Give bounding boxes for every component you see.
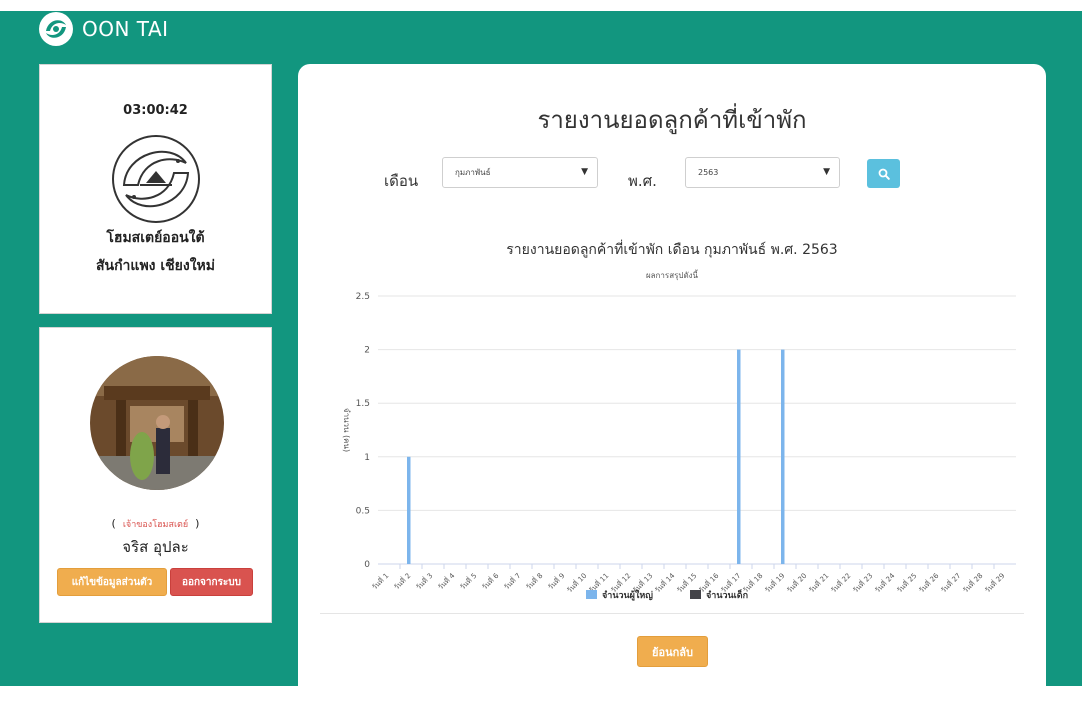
user-name: จริส อุปละ	[122, 538, 189, 556]
x-tick-label: วันที่ 6	[480, 571, 501, 592]
x-tick-label: วันที่ 25	[895, 571, 919, 595]
x-tick-label: วันที่ 4	[436, 571, 457, 592]
x-tick-label: วันที่ 20	[785, 571, 809, 595]
month-select[interactable]: กุมภาพันธ์ ▼	[442, 157, 598, 188]
x-tick-label: วันที่ 8	[524, 571, 545, 592]
x-tick-label: วันที่ 22	[829, 571, 853, 595]
homestay-card: 03:00:42 โฮมสเตย์ออนใต้ สันกำแพง เชียงให…	[39, 64, 272, 314]
edit-profile-button[interactable]: แก้ไขข้อมูลส่วนตัว	[57, 568, 167, 596]
x-tick-label: วันที่ 29	[983, 571, 1007, 595]
x-tick-label: วันที่ 3	[414, 571, 435, 592]
search-icon	[878, 168, 890, 180]
y-axis-label: จำนวน (คน)	[342, 408, 351, 452]
logout-button[interactable]: ออกจากระบบ	[170, 568, 253, 596]
x-tick-label: วันที่ 7	[502, 571, 523, 592]
x-tick-label: วันที่ 27	[939, 571, 963, 595]
homestay-fish-logo-icon	[112, 135, 200, 223]
bar	[781, 349, 785, 564]
month-select-value: กุมภาพันธ์	[455, 168, 491, 177]
avatar	[90, 356, 224, 490]
x-tick-label: วันที่ 2	[392, 571, 413, 592]
x-tick-label: วันที่ 24	[873, 571, 897, 595]
month-label: เดือน	[384, 172, 419, 190]
legend-swatch	[586, 590, 597, 599]
legend-swatch	[690, 590, 701, 599]
role-text: เจ้าของโฮมสเตย์	[122, 520, 189, 530]
search-button[interactable]	[867, 159, 900, 188]
x-tick-label: วันที่ 19	[763, 571, 787, 595]
caret-down-icon: ▼	[823, 167, 830, 177]
year-label: พ.ศ.	[628, 172, 657, 190]
clock: 03:00:42	[123, 103, 188, 118]
brand[interactable]: OON TAI	[38, 10, 169, 48]
bar	[737, 349, 741, 564]
user-role: ( เจ้าของโฮมสเตย์ )	[111, 517, 200, 530]
y-tick-label: 0.5	[356, 506, 370, 516]
legend-label: จำนวนผู้ใหญ่	[602, 589, 653, 601]
x-tick-label: วันที่ 1	[370, 571, 391, 592]
x-tick-label: วันที่ 21	[807, 571, 831, 595]
y-tick-label: 1.5	[356, 399, 370, 409]
user-card: ( เจ้าของโฮมสเตย์ ) จริส อุปละ แก้ไขข้อม…	[39, 327, 272, 623]
x-tick-label: วันที่ 23	[851, 571, 875, 595]
homestay-location: สันกำแพง เชียงใหม่	[95, 258, 216, 274]
x-tick-label: วันที่ 14	[653, 571, 677, 595]
y-tick-label: 0	[364, 560, 370, 570]
bar-chart: 00.511.522.5จำนวน (คน)วันที่ 1 วันที่ 2 วั…	[342, 292, 1016, 601]
fish-logo-icon	[39, 12, 73, 46]
homestay-name: โฮมสเตย์ออนใต้	[106, 230, 205, 246]
report-panel: รายงานยอดลูกค้าที่เข้าพัก เดือน กุมภาพัน…	[298, 64, 1046, 704]
year-select-value: 2563	[698, 168, 719, 177]
y-tick-label: 2	[364, 346, 370, 356]
chart-container: รายงานยอดลูกค้าที่เข้าพัก เดือน กุมภาพัน…	[298, 229, 1046, 609]
brand-name: OON TAI	[82, 17, 169, 41]
y-tick-label: 1	[364, 453, 370, 463]
x-tick-label: วันที่ 5	[458, 571, 479, 592]
year-select[interactable]: 2563 ▼	[685, 157, 840, 188]
x-tick-label: วันที่ 28	[961, 571, 985, 595]
back-button[interactable]: ย้อนกลับ	[637, 636, 708, 667]
x-tick-label: วันที่ 26	[917, 571, 941, 595]
x-tick-label: วันที่ 9	[546, 571, 567, 592]
y-tick-label: 2.5	[356, 292, 370, 302]
page-title: รายงานยอดลูกค้าที่เข้าพัก	[537, 106, 807, 134]
divider	[320, 613, 1024, 614]
caret-down-icon: ▼	[581, 167, 588, 177]
x-tick-label: วันที่ 10	[565, 571, 589, 595]
bar	[407, 456, 411, 564]
